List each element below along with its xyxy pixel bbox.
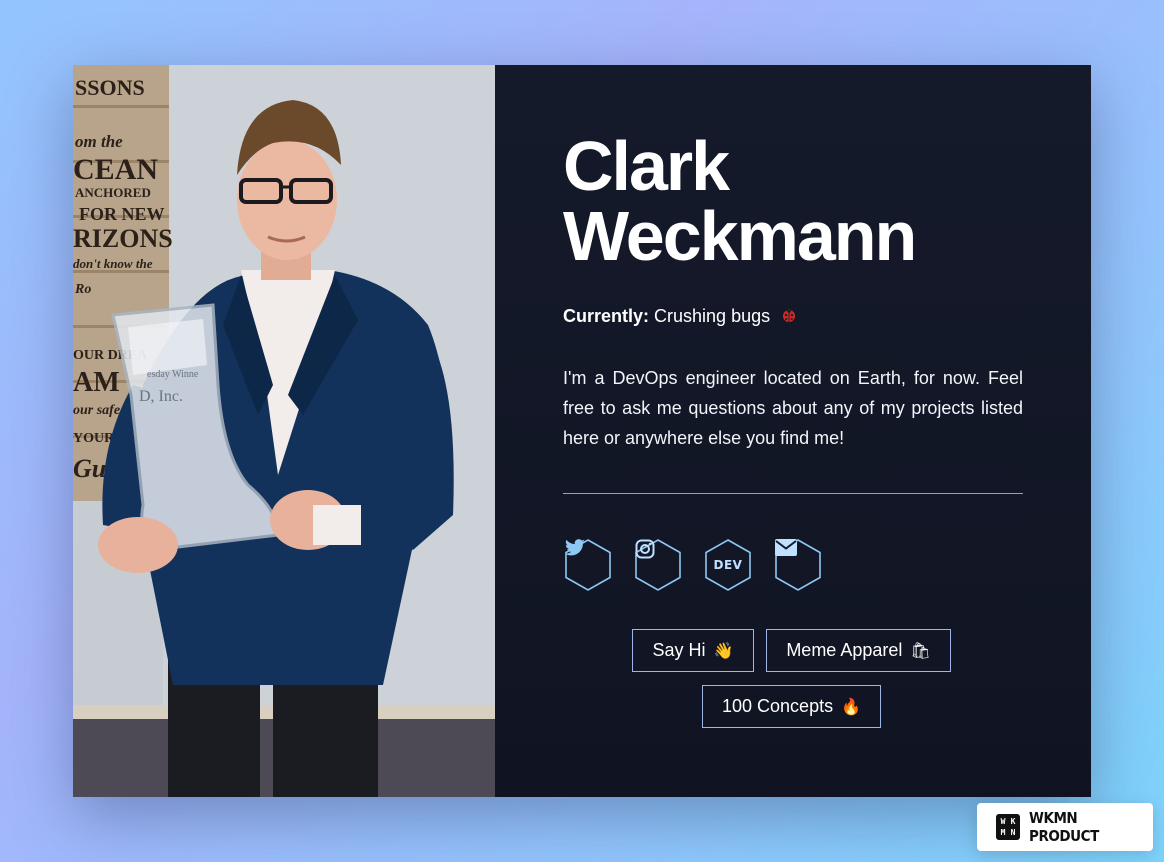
sign-line: om the [75, 132, 123, 151]
100-concepts-button[interactable]: 100 Concepts 🔥 [702, 685, 881, 728]
sign-line: CEAN [73, 153, 158, 186]
email-link[interactable] [775, 539, 821, 591]
last-name: Weckmann [563, 197, 917, 275]
current-status: Currently: Crushing bugs [563, 306, 797, 328]
divider [563, 493, 1023, 494]
meme-apparel-label: Meme Apparel [786, 640, 903, 660]
wkmn-logo-icon: W K M N [996, 814, 1021, 840]
say-hi-label: Say Hi [652, 640, 706, 660]
sign-line: FOR NEW [79, 204, 165, 224]
sign-line: AM [73, 367, 120, 398]
shopping-bag-icon: 🛍 [910, 641, 931, 660]
status-label: Currently: [563, 306, 650, 326]
instagram-icon [635, 539, 681, 591]
profile-photo: SSONS om the CEAN ANCHORED FOR NEW RIZON… [73, 65, 495, 797]
email-icon [775, 539, 821, 591]
twitter-icon [565, 539, 611, 591]
badge-label: WKMN PRODUCT [1029, 809, 1099, 845]
meme-apparel-button[interactable]: Meme Apparel 🛍 [766, 629, 951, 672]
instagram-link[interactable] [635, 539, 681, 591]
ladybug-icon [781, 307, 797, 328]
sign-line: our safe [73, 403, 120, 418]
sign-line: Ro [74, 282, 91, 297]
profile-info-panel: Clark Weckmann Currently: Crushing bugs … [495, 65, 1091, 797]
bio-text: I'm a DevOps engineer located on Earth, … [563, 368, 1023, 448]
wkmn-product-badge[interactable]: W K M N WKMN PRODUCT [977, 803, 1153, 851]
twitter-link[interactable] [565, 539, 611, 591]
dev-link[interactable]: DEV [705, 539, 751, 591]
sign-line: RIZONS [73, 224, 173, 253]
waving-hand-icon: 👋 [713, 641, 734, 660]
status-text: Crushing bugs [654, 306, 771, 326]
sign-line: ANCHORED [75, 185, 151, 200]
100-concepts-label: 100 Concepts [722, 696, 834, 716]
fire-icon: 🔥 [841, 697, 861, 716]
trophy-engraving: esday Winne [147, 369, 199, 380]
profile-card: SSONS om the CEAN ANCHORED FOR NEW RIZON… [73, 65, 1091, 797]
first-name: Clark [563, 127, 730, 205]
profile-name: Clark Weckmann [563, 131, 983, 271]
trophy-engraving: D, Inc. [139, 388, 183, 405]
say-hi-button[interactable]: Say Hi 👋 [632, 629, 754, 672]
dev-icon: DEV [713, 558, 743, 572]
sign-line: don't know the [73, 256, 153, 271]
social-links: DEV [565, 539, 821, 591]
sign-line: SSONS [75, 75, 145, 100]
